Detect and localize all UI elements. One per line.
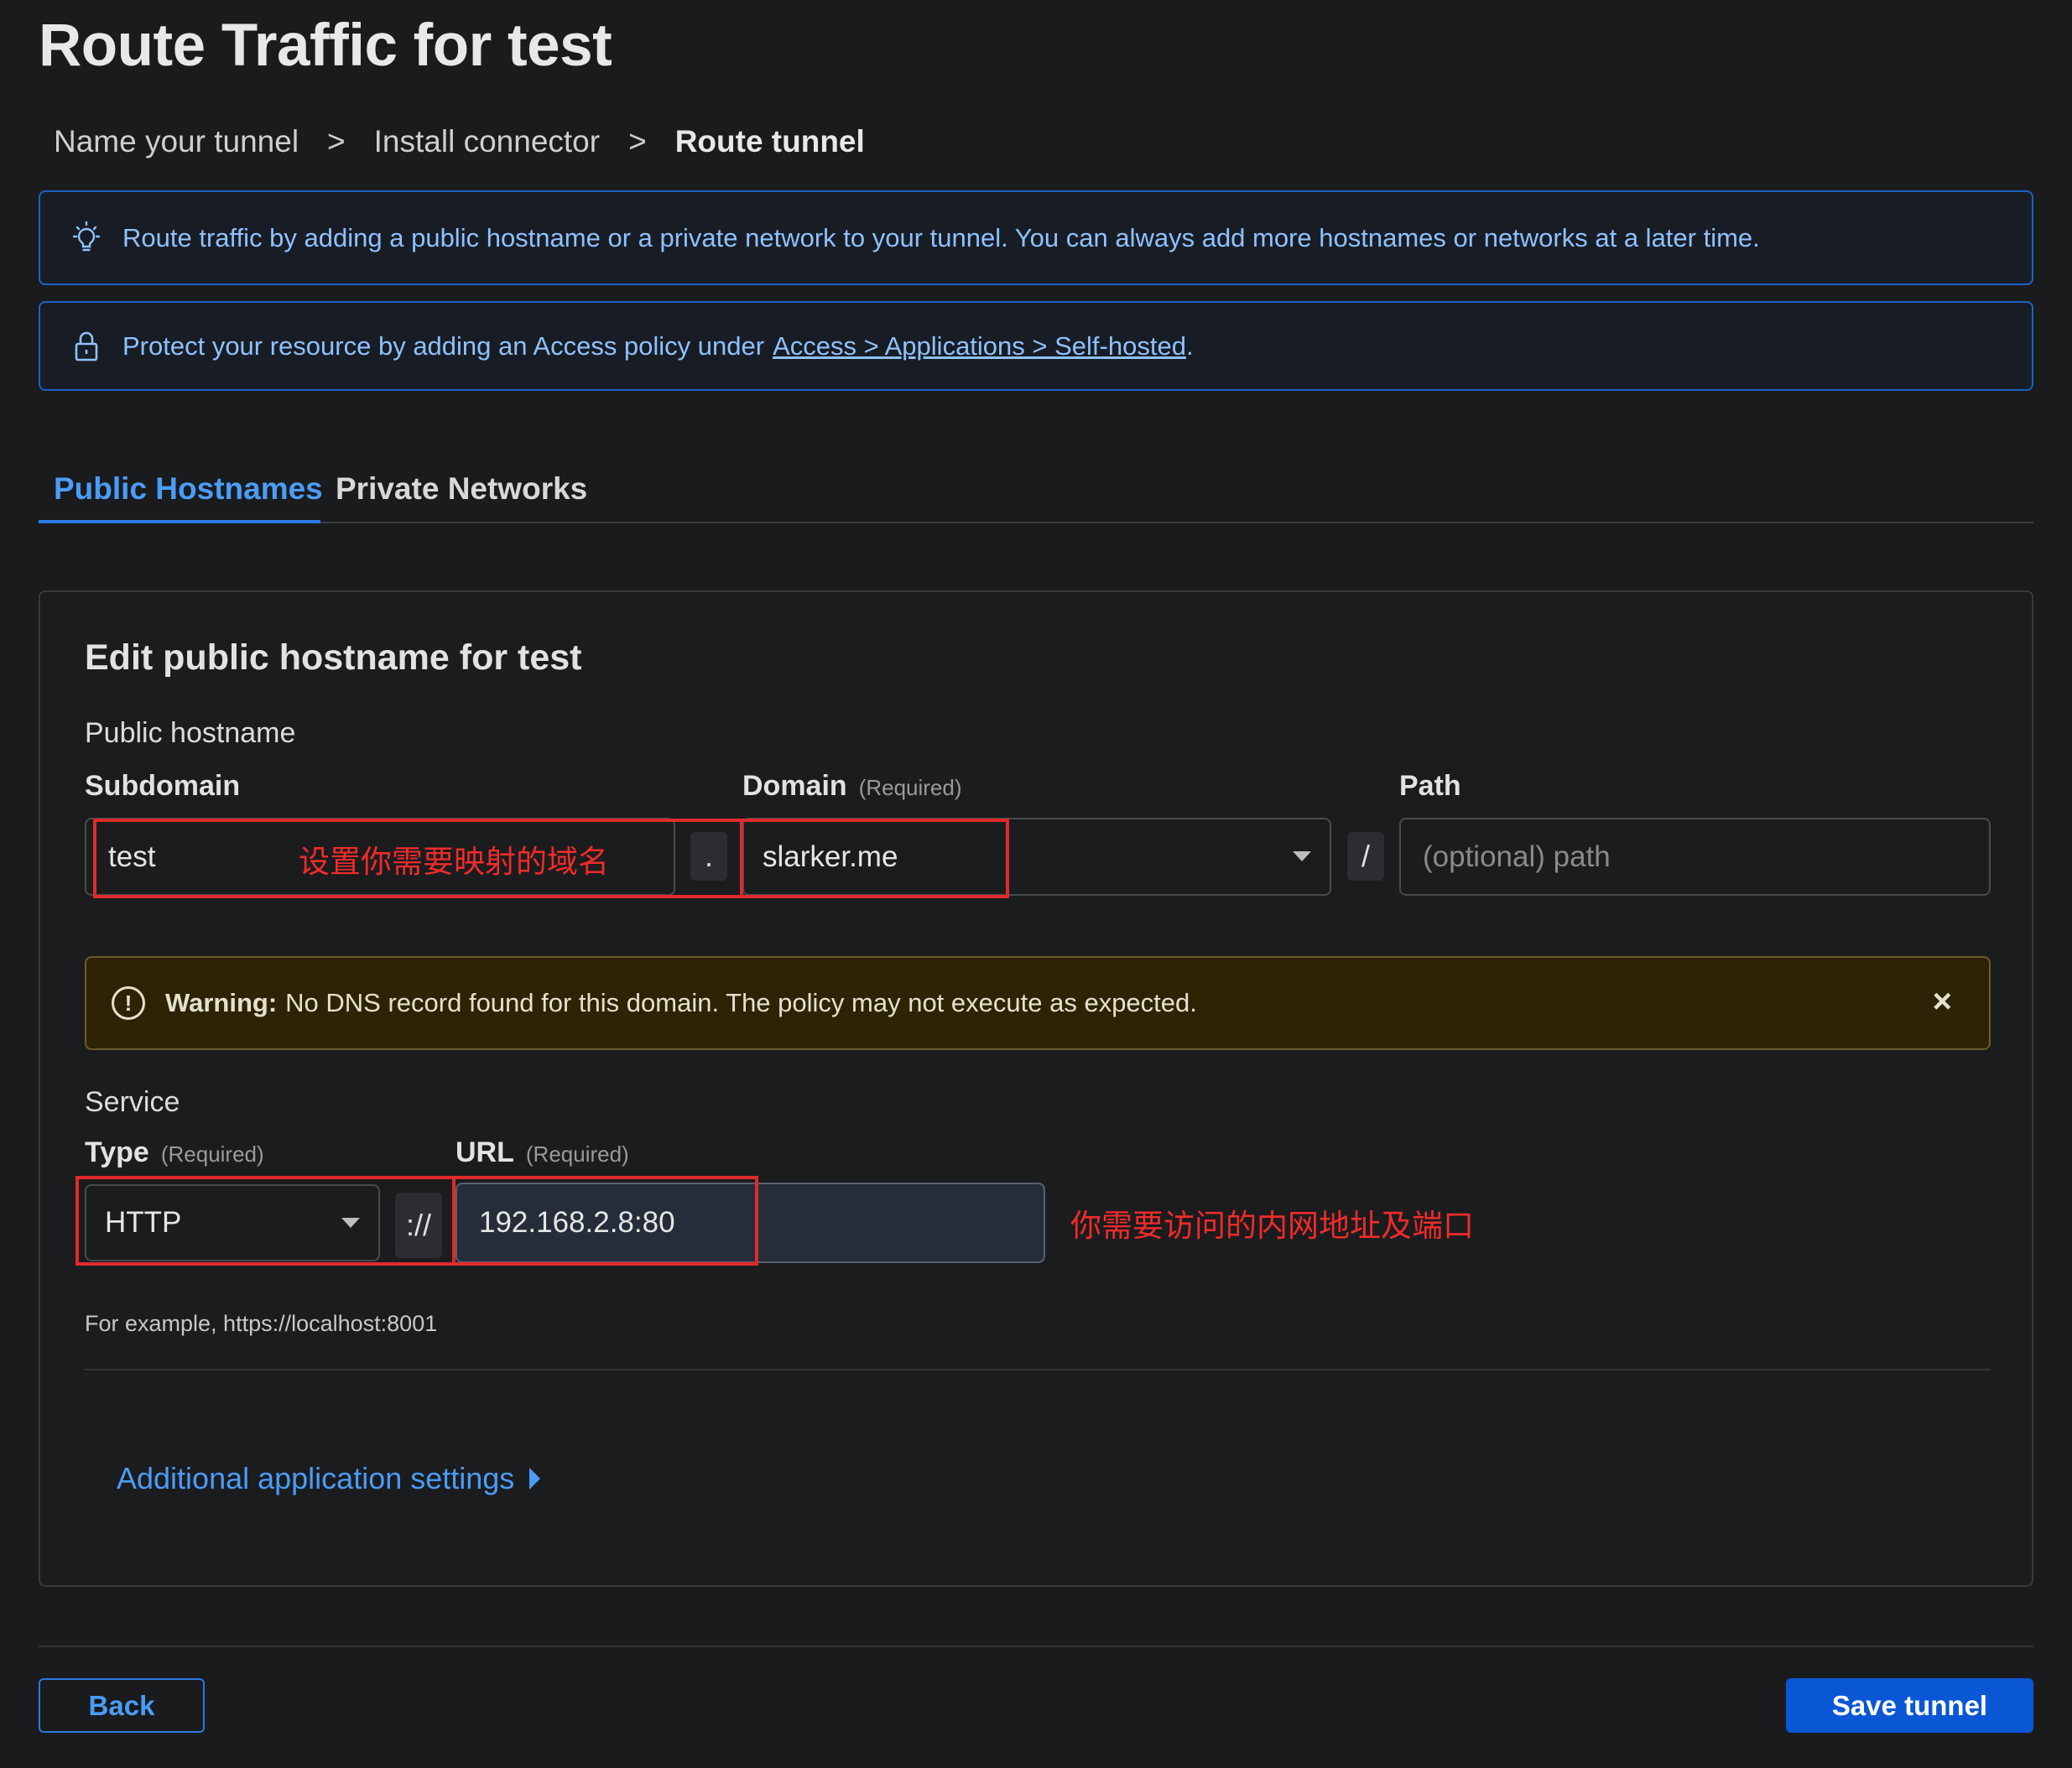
breadcrumb-step-install-connector[interactable]: Install connector — [374, 124, 600, 159]
save-tunnel-button[interactable]: Save tunnel — [1786, 1678, 2033, 1733]
tab-public-hostnames[interactable]: Public Hostnames — [54, 471, 323, 507]
breadcrumb-separator: > — [327, 124, 346, 159]
url-input[interactable]: 192.168.2.8:80 — [456, 1183, 1045, 1263]
close-icon[interactable]: × — [1933, 983, 1952, 1021]
annotation-domain-note: 设置你需要映射的域名 — [299, 844, 609, 880]
info-banner: Route traffic by adding a public hostnam… — [39, 190, 2033, 285]
url-label: URL — [456, 1136, 514, 1168]
service-label: Service — [85, 1086, 180, 1118]
annotation-url-note: 你需要访问的内网地址及端口 — [1070, 1208, 1474, 1244]
page-title: Route Traffic for test — [39, 13, 612, 79]
domain-required-hint: (Required) — [858, 775, 962, 800]
path-input[interactable]: (optional) path — [1399, 818, 1991, 896]
lock-icon — [67, 327, 106, 366]
additional-settings-toggle[interactable]: Additional application settings — [117, 1461, 541, 1496]
edit-hostname-card — [39, 590, 2033, 1587]
url-required-hint: (Required) — [525, 1141, 629, 1167]
info-banner-text: Route traffic by adding a public hostnam… — [122, 222, 1760, 252]
access-banner-suffix: . — [1185, 330, 1194, 361]
type-label-group: Type (Required) — [85, 1136, 264, 1169]
type-required-hint: (Required) — [160, 1141, 264, 1167]
domain-select[interactable]: slarker.me — [742, 818, 1331, 896]
access-banner-text: Protect your resource by adding an Acces… — [122, 330, 765, 361]
path-label: Path — [1399, 770, 1461, 802]
lightbulb-icon — [67, 219, 106, 257]
warning-icon: ! — [112, 986, 145, 1020]
caret-right-icon — [529, 1468, 541, 1490]
path-slash-separator: / — [1347, 832, 1384, 881]
type-label: Type — [85, 1136, 149, 1168]
breadcrumb-step-route-tunnel: Route tunnel — [674, 124, 865, 159]
type-select-value: HTTP — [105, 1206, 182, 1239]
chevron-down-icon — [1293, 851, 1311, 861]
access-applications-link[interactable]: Access > Applications > Self-hosted — [773, 331, 1186, 361]
breadcrumb: Name your tunnel > Install connector > R… — [54, 124, 865, 159]
back-button[interactable]: Back — [39, 1678, 205, 1733]
active-tab-indicator — [39, 520, 320, 523]
breadcrumb-separator: > — [628, 124, 647, 159]
subdomain-label: Subdomain — [85, 770, 241, 802]
warning-title: Warning: — [165, 988, 278, 1017]
domain-select-value: slarker.me — [763, 840, 898, 873]
type-select[interactable]: HTTP — [85, 1184, 380, 1261]
footer-divider — [39, 1646, 2033, 1647]
card-heading: Edit public hostname for test — [85, 637, 582, 678]
url-label-group: URL (Required) — [456, 1136, 629, 1169]
domain-label: Domain — [742, 770, 847, 802]
domain-label-group: Domain (Required) — [742, 770, 962, 803]
chevron-down-icon — [341, 1218, 360, 1228]
dns-warning: ! Warning: No DNS record found for this … — [85, 956, 1991, 1050]
url-help-text: For example, https://localhost:8001 — [85, 1311, 438, 1336]
subdomain-dot-separator: . — [690, 832, 727, 881]
tab-private-networks[interactable]: Private Networks — [336, 471, 587, 507]
tabs: Public Hostnames Private Networks — [39, 453, 2033, 523]
access-banner: Protect your resource by adding an Acces… — [39, 301, 2033, 391]
warning-message: No DNS record found for this domain. The… — [285, 988, 1197, 1017]
breadcrumb-step-name-tunnel[interactable]: Name your tunnel — [54, 124, 299, 159]
card-divider — [85, 1369, 1991, 1370]
public-hostname-label: Public hostname — [85, 717, 296, 749]
scheme-separator: :// — [395, 1193, 442, 1258]
additional-settings-label: Additional application settings — [117, 1461, 515, 1495]
